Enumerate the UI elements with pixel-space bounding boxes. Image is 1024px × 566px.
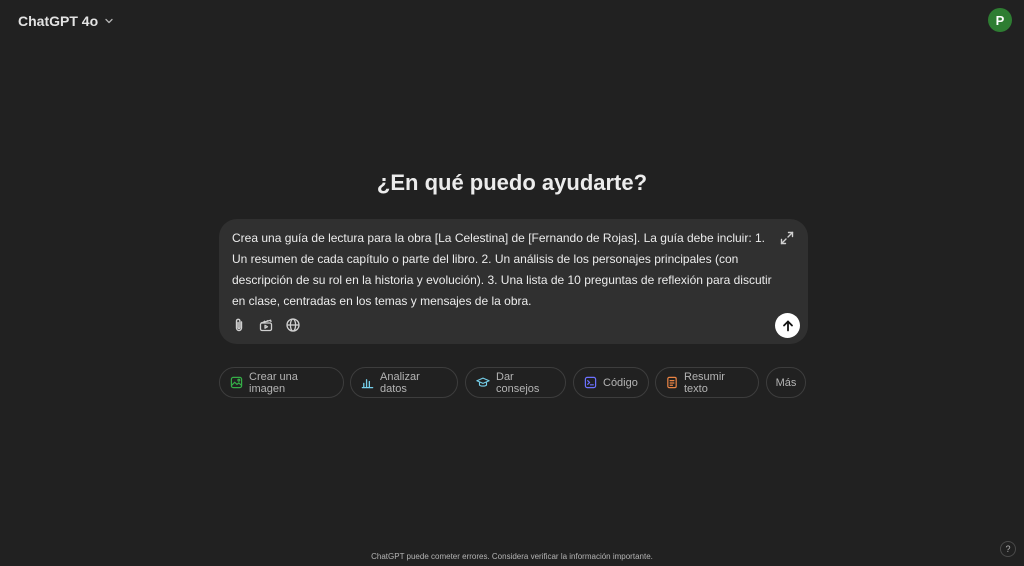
chip-dar-consejos[interactable]: Dar consejos	[465, 367, 566, 398]
chip-label: Resumir texto	[684, 370, 725, 395]
paperclip-icon[interactable]	[229, 315, 249, 335]
clapperboard-icon[interactable]	[256, 315, 276, 335]
expand-icon[interactable]	[777, 228, 797, 248]
page-heading: ¿En qué puedo ayudarte?	[376, 170, 648, 195]
chevron-down-icon	[104, 16, 114, 26]
chip-analizar-datos[interactable]: Analizar datos	[350, 367, 458, 398]
top-bar: ChatGPT 4o P	[0, 0, 1024, 42]
model-name: ChatGPT 4o	[18, 13, 99, 29]
chip-codigo[interactable]: Código	[573, 367, 649, 398]
chip-crear-imagen[interactable]: Crear una imagen	[219, 367, 344, 398]
chip-resumir-texto[interactable]: Resumir texto	[655, 367, 759, 398]
terminal-icon	[584, 376, 597, 389]
chip-label: Más	[775, 376, 797, 389]
document-icon	[667, 376, 677, 389]
arrow-up-icon	[782, 320, 793, 331]
help-button[interactable]: ?	[1000, 541, 1016, 557]
send-button[interactable]	[775, 313, 800, 338]
model-selector[interactable]: ChatGPT 4o	[10, 8, 122, 34]
graduation-cap-icon	[476, 377, 490, 387]
suggestion-chips: Crear una imagen Analizar datos Dar cons…	[219, 367, 808, 398]
prompt-input[interactable]: Crea una guía de lectura para la obra [L…	[232, 228, 772, 312]
chip-mas[interactable]: Más	[766, 367, 806, 398]
image-icon	[230, 376, 243, 389]
prompt-composer: Crea una guía de lectura para la obra [L…	[219, 219, 808, 344]
chip-label: Crear una imagen	[249, 370, 298, 395]
user-avatar[interactable]: P	[988, 8, 1012, 32]
chip-label: Analizar datos	[380, 370, 420, 395]
bar-chart-icon	[361, 379, 374, 389]
chip-label: Código	[603, 376, 638, 389]
footer-disclaimer: ChatGPT puede cometer errores. Considera…	[371, 552, 653, 561]
globe-icon[interactable]	[283, 315, 303, 335]
chip-label: Dar consejos	[496, 370, 540, 395]
